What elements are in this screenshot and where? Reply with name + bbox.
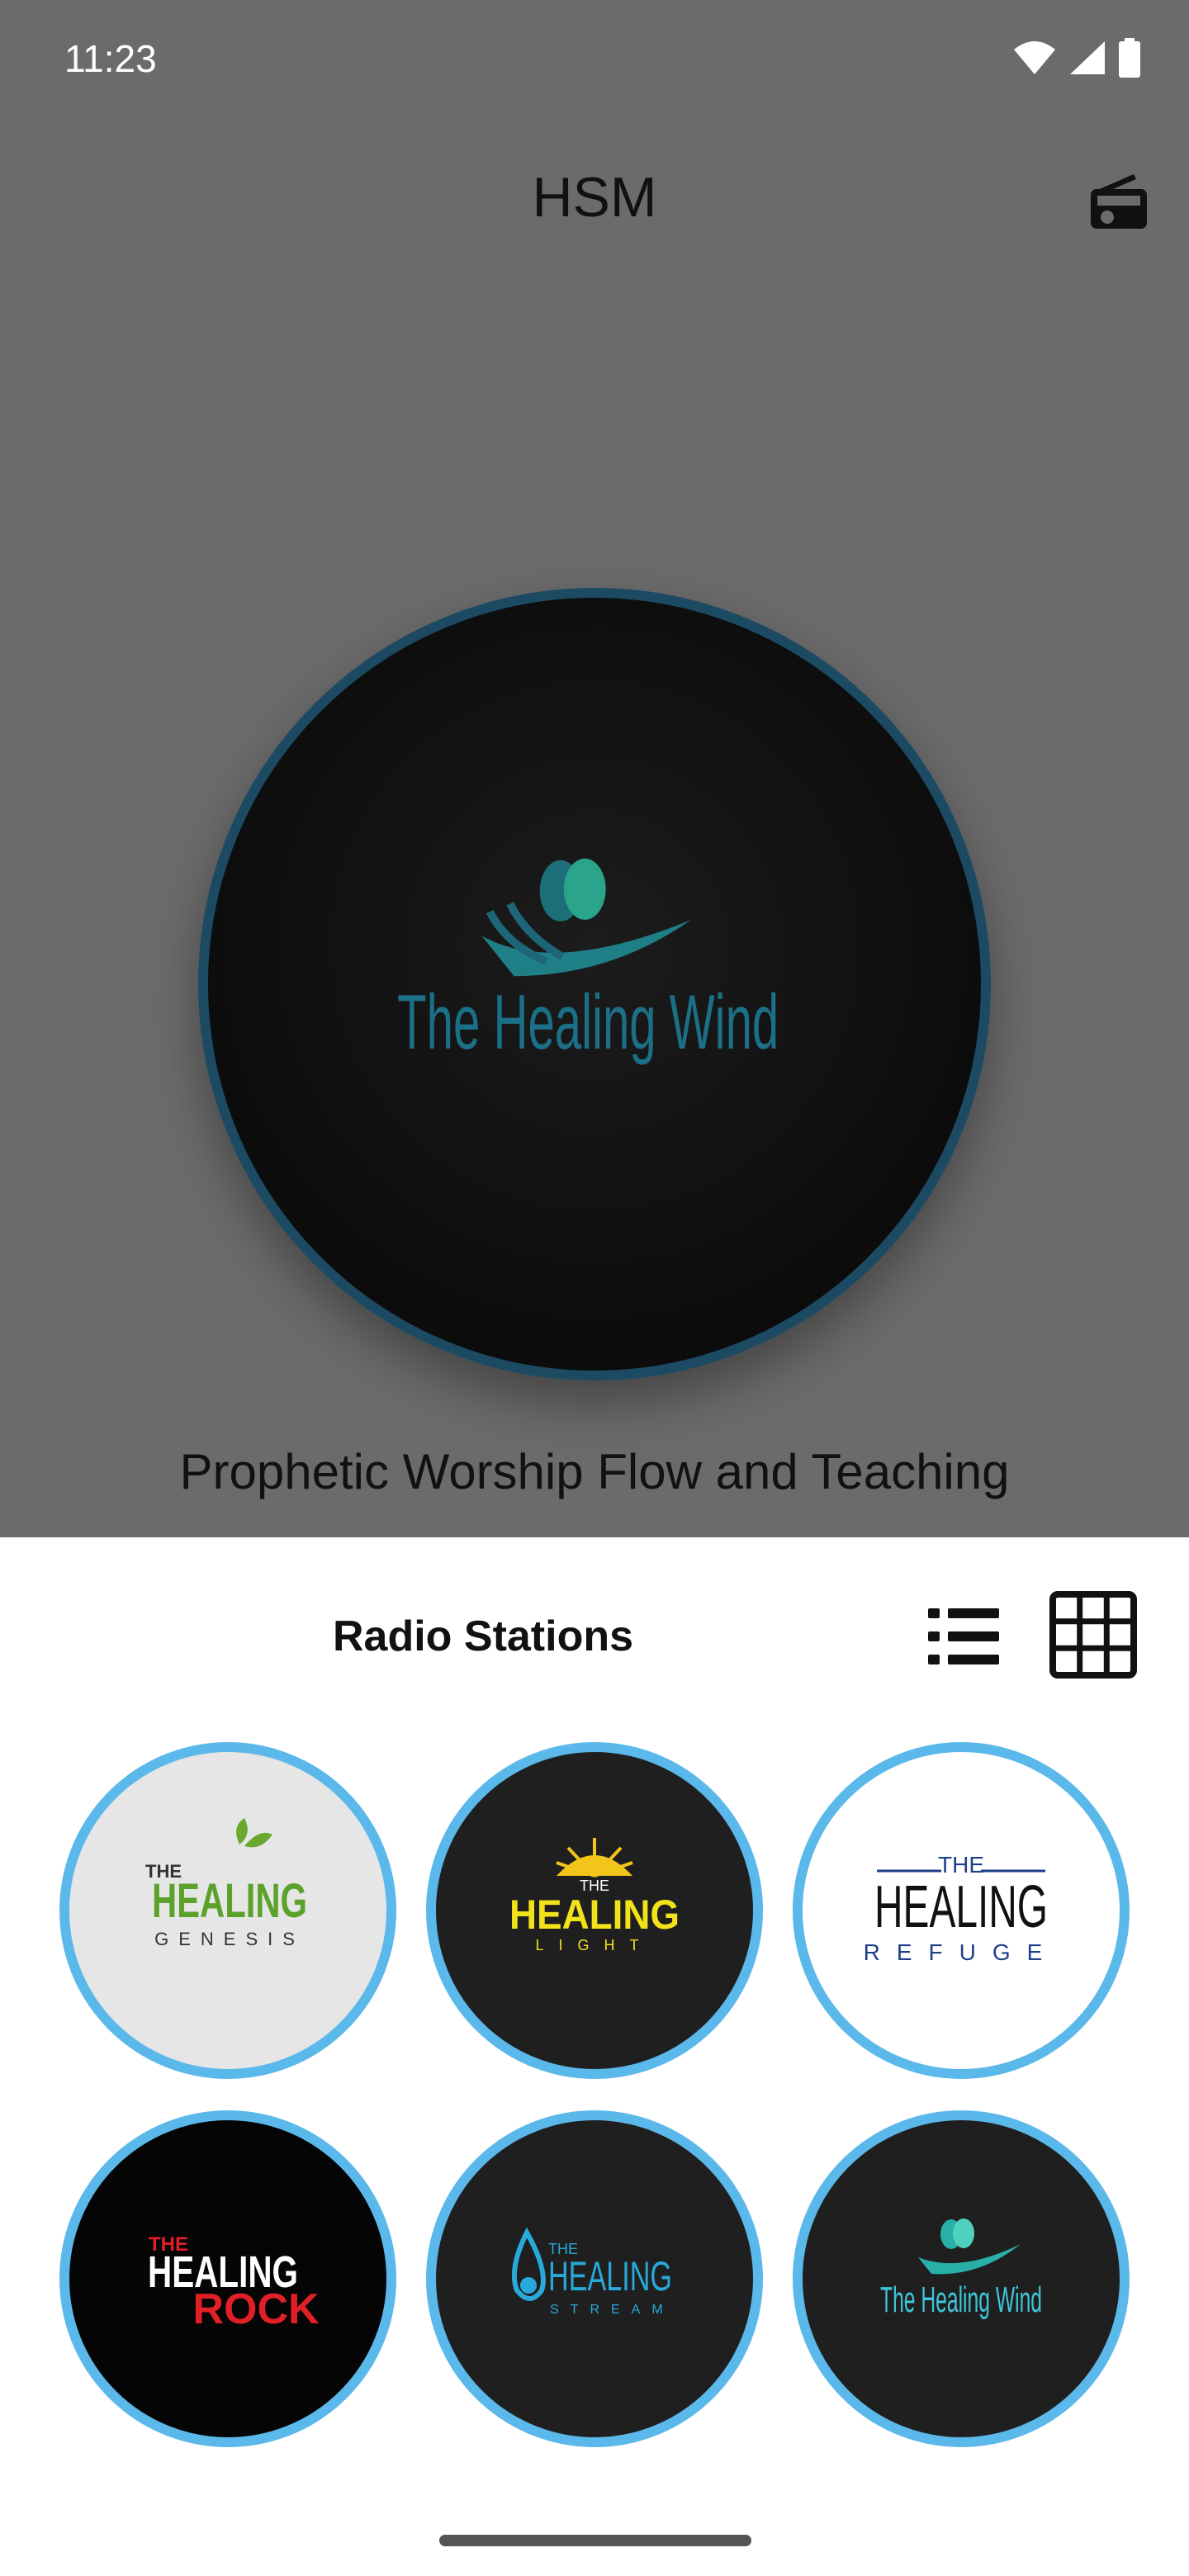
station-logo: The Healing Wind: [880, 2218, 1042, 2320]
sheet-title: Radio Stations: [332, 1612, 634, 1660]
svg-text:The Healing Wind: The Healing Wind: [880, 2280, 1042, 2320]
healing-wind-logo: The Healing Wind: [397, 858, 779, 1065]
now-playing-description: Prophetic Worship Flow and Teaching: [179, 1444, 1010, 1499]
stations-grid: THE HEALING GENESIS THE HEALING LIGHT TH…: [58, 1742, 1131, 2452]
station-healing-rock[interactable]: THE HEALING ROCK: [59, 2110, 396, 2447]
svg-text:ROCK: ROCK: [192, 2285, 320, 2333]
svg-text:STREAM: STREAM: [550, 2303, 675, 2317]
svg-text:HEALING: HEALING: [548, 2253, 672, 2299]
status-icons: [1012, 38, 1141, 78]
radio-button[interactable]: [1082, 165, 1156, 239]
station-logo: THE HEALING GENESIS: [145, 1818, 307, 1949]
list-view-icon: [928, 1608, 999, 1664]
list-view-button[interactable]: [923, 1595, 1006, 1678]
now-playing-artwork: The Healing Wind: [198, 588, 991, 1380]
battery-icon: [1119, 38, 1140, 78]
grid-view-button[interactable]: [1047, 1589, 1139, 1681]
status-time: 11:23: [64, 37, 157, 80]
station-healing-refuge[interactable]: THE HEALING REFUGE: [793, 1742, 1130, 2079]
app-title: HSM: [532, 166, 657, 229]
grid-view-icon: [1049, 1591, 1137, 1679]
wifi-icon: [1014, 41, 1055, 74]
cellular-signal-icon: [1070, 41, 1105, 74]
home-indicator[interactable]: [439, 2535, 751, 2546]
radio-icon: [1091, 174, 1147, 229]
hero-logo-text: The Healing Wind: [397, 978, 779, 1065]
svg-text:HEALING: HEALING: [874, 1874, 1048, 1940]
svg-text:GENESIS: GENESIS: [154, 1929, 305, 1949]
station-logo: THE HEALING LIGHT: [509, 1838, 680, 1953]
status-bar: 11:23: [0, 0, 1189, 124]
station-healing-wind[interactable]: The Healing Wind: [793, 2110, 1130, 2447]
station-healing-stream[interactable]: THE HEALING STREAM: [426, 2110, 763, 2447]
station-logo: THE HEALING REFUGE: [864, 1852, 1059, 1965]
station-healing-genesis[interactable]: THE HEALING GENESIS: [59, 1742, 396, 2079]
svg-text:HEALING: HEALING: [509, 1892, 680, 1938]
svg-text:LIGHT: LIGHT: [535, 1937, 653, 1953]
player-background: 11:23 HSM The Healing Wind Prophetic Wor…: [0, 0, 1189, 1537]
svg-text:HEALING: HEALING: [152, 1874, 307, 1928]
station-healing-light[interactable]: THE HEALING LIGHT: [426, 1742, 763, 2079]
radio-stations-sheet: Radio Stations THE HEALING GENESIS THE H…: [0, 1537, 1189, 2576]
station-logo: THE HEALING STREAM: [511, 2227, 675, 2317]
station-logo: THE HEALING ROCK: [148, 2233, 320, 2333]
svg-text:REFUGE: REFUGE: [864, 1939, 1059, 1965]
